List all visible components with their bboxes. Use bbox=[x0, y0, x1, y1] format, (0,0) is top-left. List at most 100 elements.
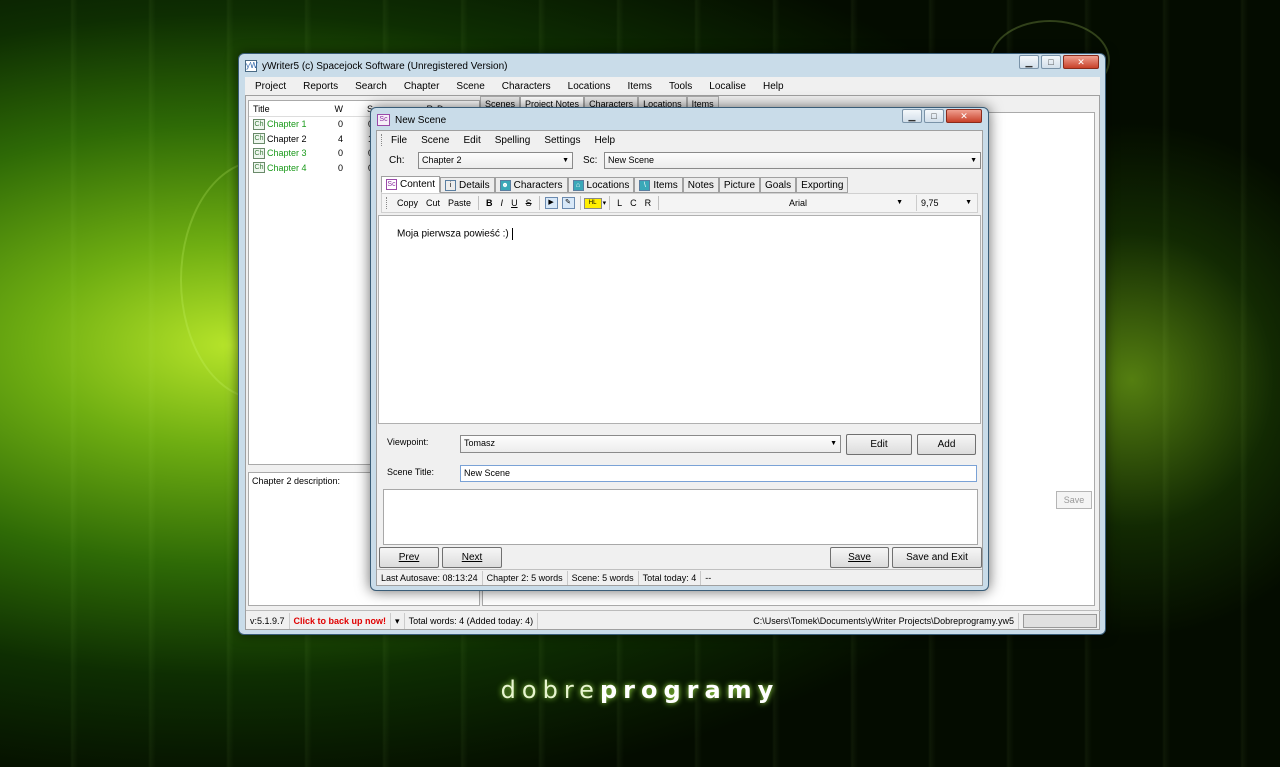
last-autosave-label: Last Autosave: 08:13:24 bbox=[377, 571, 483, 585]
copy-button[interactable]: Copy bbox=[393, 198, 422, 208]
tab-characters[interactable]: ☻ Characters bbox=[494, 177, 568, 193]
chapter-word-count: 0 bbox=[337, 162, 343, 173]
tab-characters-label: Characters bbox=[513, 179, 563, 191]
menu-locations[interactable]: Locations bbox=[558, 81, 618, 92]
backup-dropdown-icon[interactable]: ▾ bbox=[391, 612, 405, 629]
menu-items[interactable]: Items bbox=[617, 81, 658, 92]
scene-select-label: Sc: bbox=[583, 155, 598, 166]
paste-button[interactable]: Paste bbox=[444, 198, 475, 208]
maximize-button[interactable]: □ bbox=[1041, 55, 1061, 69]
main-statusbar: v:5.1.9.7 Click to back up now! ▾ Total … bbox=[246, 610, 1101, 630]
underline-button[interactable]: U bbox=[507, 198, 522, 208]
menu-scene[interactable]: Scene bbox=[446, 81, 491, 92]
scene-select[interactable]: New Scene ▼ bbox=[604, 152, 981, 169]
chapter-select[interactable]: Chapter 2 ▼ bbox=[418, 152, 573, 169]
tab-details[interactable]: i Details bbox=[440, 177, 495, 193]
cut-button[interactable]: Cut bbox=[422, 198, 444, 208]
column-scenes[interactable]: S bbox=[343, 104, 373, 114]
pen-icon[interactable]: ✎ bbox=[561, 197, 575, 209]
tab-goals[interactable]: Goals bbox=[760, 177, 797, 193]
tab-content[interactable]: Sc Content bbox=[381, 176, 441, 193]
minimize-button[interactable]: ▁ bbox=[1019, 55, 1039, 69]
column-title[interactable]: Title bbox=[249, 104, 323, 114]
viewpoint-add-button[interactable]: Add bbox=[917, 434, 976, 455]
tab-exporting[interactable]: Exporting bbox=[796, 177, 849, 193]
scene-content-editor[interactable]: Moja pierwsza powieść :) bbox=[378, 215, 981, 424]
scene-menu-edit[interactable]: Edit bbox=[456, 135, 487, 146]
tab-goals-label: Goals bbox=[765, 179, 792, 191]
font-select[interactable]: Arial ▼ bbox=[789, 195, 907, 211]
tab-exporting-label: Exporting bbox=[801, 179, 844, 191]
tab-notes[interactable]: Notes bbox=[682, 177, 719, 193]
save-and-exit-button[interactable]: Save and Exit bbox=[892, 547, 982, 568]
scene-tabs: Sc Content i Details ☻ Characters ⌂ Loca… bbox=[381, 176, 849, 193]
align-left-button[interactable]: L bbox=[613, 198, 626, 208]
menu-project[interactable]: Project bbox=[245, 81, 293, 92]
progress-bar bbox=[1023, 613, 1097, 628]
tab-items-label: Items bbox=[653, 179, 678, 191]
backup-link[interactable]: Click to back up now! bbox=[290, 612, 392, 629]
chapter-select-value: Chapter 2 bbox=[422, 155, 462, 165]
scene-menu-settings[interactable]: Settings bbox=[537, 135, 587, 146]
scene-window-controls: ▁ □ ✕ bbox=[902, 109, 982, 123]
font-select-value: Arial bbox=[789, 198, 808, 208]
chapter-title: Chapter 4 bbox=[267, 162, 307, 173]
scene-title-input[interactable]: New Scene bbox=[460, 465, 977, 482]
viewpoint-select[interactable]: Tomasz ▼ bbox=[460, 435, 841, 453]
align-right-button[interactable]: R bbox=[641, 198, 656, 208]
font-size-select[interactable]: 9,75 ▼ bbox=[916, 195, 976, 211]
menu-localise[interactable]: Localise bbox=[699, 81, 753, 92]
next-button[interactable]: Next bbox=[442, 547, 502, 568]
toolbar-separator bbox=[478, 196, 480, 210]
scene-minimize-button[interactable]: ▁ bbox=[902, 109, 922, 123]
menu-chapter[interactable]: Chapter bbox=[394, 81, 447, 92]
chevron-down-icon: ▼ bbox=[896, 199, 903, 206]
toolbar-grip-icon bbox=[386, 197, 389, 209]
menu-reports[interactable]: Reports bbox=[293, 81, 345, 92]
menu-characters[interactable]: Characters bbox=[492, 81, 558, 92]
scene-close-button[interactable]: ✕ bbox=[946, 109, 982, 123]
chapter-title: Chapter 1 bbox=[267, 119, 307, 130]
chevron-down-icon: ▼ bbox=[970, 157, 977, 164]
play-icon[interactable]: ▶ bbox=[544, 197, 558, 209]
viewpoint-edit-button[interactable]: Edit bbox=[846, 434, 912, 455]
scene-menu-spelling[interactable]: Spelling bbox=[488, 135, 538, 146]
strike-button[interactable]: S bbox=[522, 198, 536, 208]
scene-menu-scene[interactable]: Scene bbox=[414, 135, 456, 146]
chapter-words-label: Chapter 2: 5 words bbox=[483, 571, 568, 585]
project-path-label: C:\Users\Tomek\Documents\yWriter Project… bbox=[749, 612, 1019, 629]
menu-search[interactable]: Search bbox=[345, 81, 394, 92]
tab-locations[interactable]: ⌂ Locations bbox=[567, 177, 635, 193]
chevron-down-icon: ▼ bbox=[562, 157, 569, 164]
prev-button[interactable]: Prev bbox=[379, 547, 439, 568]
scene-title-label: Scene Title: bbox=[387, 467, 435, 477]
column-words[interactable]: W bbox=[323, 104, 344, 114]
chapter-description-label: Chapter 2 description: bbox=[252, 476, 341, 486]
chapter-scene-count: 1 bbox=[343, 134, 373, 144]
highlight-button[interactable]: HL bbox=[583, 197, 602, 209]
chapter-scene-count: 0 bbox=[343, 148, 373, 158]
close-button[interactable]: ✕ bbox=[1063, 55, 1099, 69]
menu-tools[interactable]: Tools bbox=[659, 81, 699, 92]
chapter-icon: Ch bbox=[253, 147, 265, 159]
tab-content-label: Content bbox=[400, 179, 436, 190]
menu-help[interactable]: Help bbox=[753, 81, 791, 92]
main-window-controls: ▁ □ ✕ bbox=[1019, 55, 1099, 69]
scene-maximize-button[interactable]: □ bbox=[924, 109, 944, 123]
scene-window-title: New Scene bbox=[395, 114, 447, 126]
align-center-button[interactable]: C bbox=[626, 198, 641, 208]
text-caret bbox=[511, 228, 513, 240]
bold-button[interactable]: B bbox=[482, 198, 497, 208]
tab-picture[interactable]: Picture bbox=[718, 177, 761, 193]
scene-window: Sc New Scene ▁ □ ✕ File Scene Edit Spell… bbox=[370, 107, 989, 591]
save-button[interactable]: Save bbox=[830, 547, 889, 568]
chapter-scene-count: 0 bbox=[343, 163, 373, 173]
italic-button[interactable]: I bbox=[497, 198, 508, 208]
scene-menu-help[interactable]: Help bbox=[587, 135, 622, 146]
scene-summary-box[interactable] bbox=[383, 489, 978, 545]
scene-icon: Sc bbox=[377, 114, 390, 126]
chevron-down-icon[interactable]: ▾ bbox=[603, 199, 607, 207]
project-notes-save-button[interactable]: Save bbox=[1056, 491, 1092, 509]
scene-menu-file[interactable]: File bbox=[384, 135, 414, 146]
tab-items[interactable]: \ Items bbox=[634, 177, 683, 193]
